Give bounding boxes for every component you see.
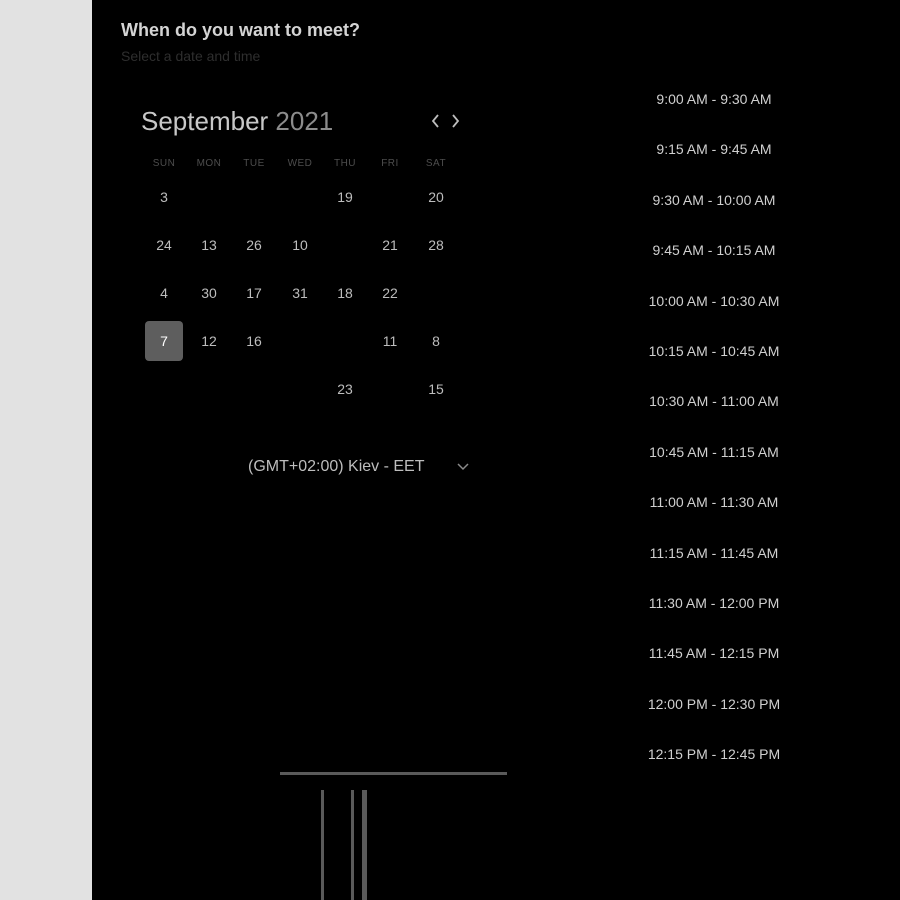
page-subtitle: Select a date and time (121, 48, 261, 64)
calendar-day[interactable]: 21 (371, 225, 409, 265)
time-slot-button[interactable]: 11:00 AM - 11:30 AM (634, 485, 794, 519)
time-slot-button[interactable]: 12:00 PM - 12:30 PM (634, 687, 794, 721)
time-slot-button[interactable]: 9:15 AM - 9:45 AM (634, 132, 794, 166)
calendar-day[interactable]: 18 (326, 273, 364, 313)
calendar-day[interactable]: 28 (417, 225, 455, 265)
weekday-label: WED (287, 158, 313, 169)
divider-vertical (321, 790, 324, 900)
timezone-label: (GMT+02:00) Kiev - EET (248, 458, 425, 475)
weekday-label: THU (333, 158, 357, 169)
calendar-month: September (141, 106, 269, 136)
calendar-year: 2021 (275, 106, 334, 136)
weekday-label: FRI (381, 158, 399, 169)
calendar-day[interactable]: 10 (281, 225, 319, 265)
calendar-day[interactable]: 19 (326, 177, 364, 217)
calendar-day[interactable]: 4 (145, 273, 183, 313)
prev-month-button[interactable] (426, 108, 444, 134)
weekday-label: TUE (243, 158, 265, 169)
calendar-day[interactable]: 22 (371, 273, 409, 313)
time-slot-button[interactable]: 11:45 AM - 12:15 PM (634, 636, 794, 670)
calendar-day[interactable]: 24 (145, 225, 183, 265)
calendar-day-selected[interactable]: 7 (145, 321, 183, 361)
calendar-day[interactable]: 11 (371, 321, 409, 361)
time-slot-button[interactable]: 9:00 AM - 9:30 AM (634, 82, 794, 116)
calendar-day[interactable]: 15 (417, 369, 455, 409)
timezone-select[interactable]: (GMT+02:00) Kiev - EET (248, 456, 474, 478)
calendar-day[interactable]: 20 (417, 177, 455, 217)
calendar-day[interactable]: 12 (190, 321, 228, 361)
next-month-button[interactable] (447, 108, 465, 134)
calendar-day[interactable]: 31 (281, 273, 319, 313)
chevron-right-icon (452, 114, 460, 128)
calendar-day[interactable]: 30 (190, 273, 228, 313)
calendar-day[interactable]: 17 (235, 273, 273, 313)
time-slot-button[interactable]: 10:45 AM - 11:15 AM (634, 435, 794, 469)
weekday-label: MON (196, 158, 222, 169)
calendar-day[interactable]: 23 (326, 369, 364, 409)
divider-vertical (362, 790, 367, 900)
chevron-down-icon (457, 463, 469, 471)
time-slot-button[interactable]: 10:30 AM - 11:00 AM (634, 384, 794, 418)
time-slot-button[interactable]: 9:45 AM - 10:15 AM (634, 233, 794, 267)
time-slot-button[interactable]: 11:15 AM - 11:45 AM (634, 536, 794, 570)
time-slot-button[interactable]: 10:00 AM - 10:30 AM (634, 284, 794, 318)
divider-vertical (351, 790, 354, 900)
time-slot-button[interactable]: 10:15 AM - 10:45 AM (634, 334, 794, 368)
chevron-left-icon (431, 114, 439, 128)
weekday-label: SUN (152, 158, 176, 169)
calendar-day[interactable]: 13 (190, 225, 228, 265)
weekday-label: SAT (425, 158, 447, 169)
divider-line (280, 772, 507, 775)
calendar-month-label: September 2021 (141, 106, 333, 137)
time-slot-button[interactable]: 11:30 AM - 12:00 PM (634, 586, 794, 620)
time-slot-button[interactable]: 9:30 AM - 10:00 AM (634, 183, 794, 217)
page-title: When do you want to meet? (121, 20, 360, 40)
calendar-day[interactable]: 16 (235, 321, 273, 361)
calendar-day[interactable]: 26 (235, 225, 273, 265)
calendar-day[interactable]: 3 (145, 177, 183, 217)
calendar-day[interactable]: 8 (417, 321, 455, 361)
time-slot-button[interactable]: 12:15 PM - 12:45 PM (634, 737, 794, 771)
